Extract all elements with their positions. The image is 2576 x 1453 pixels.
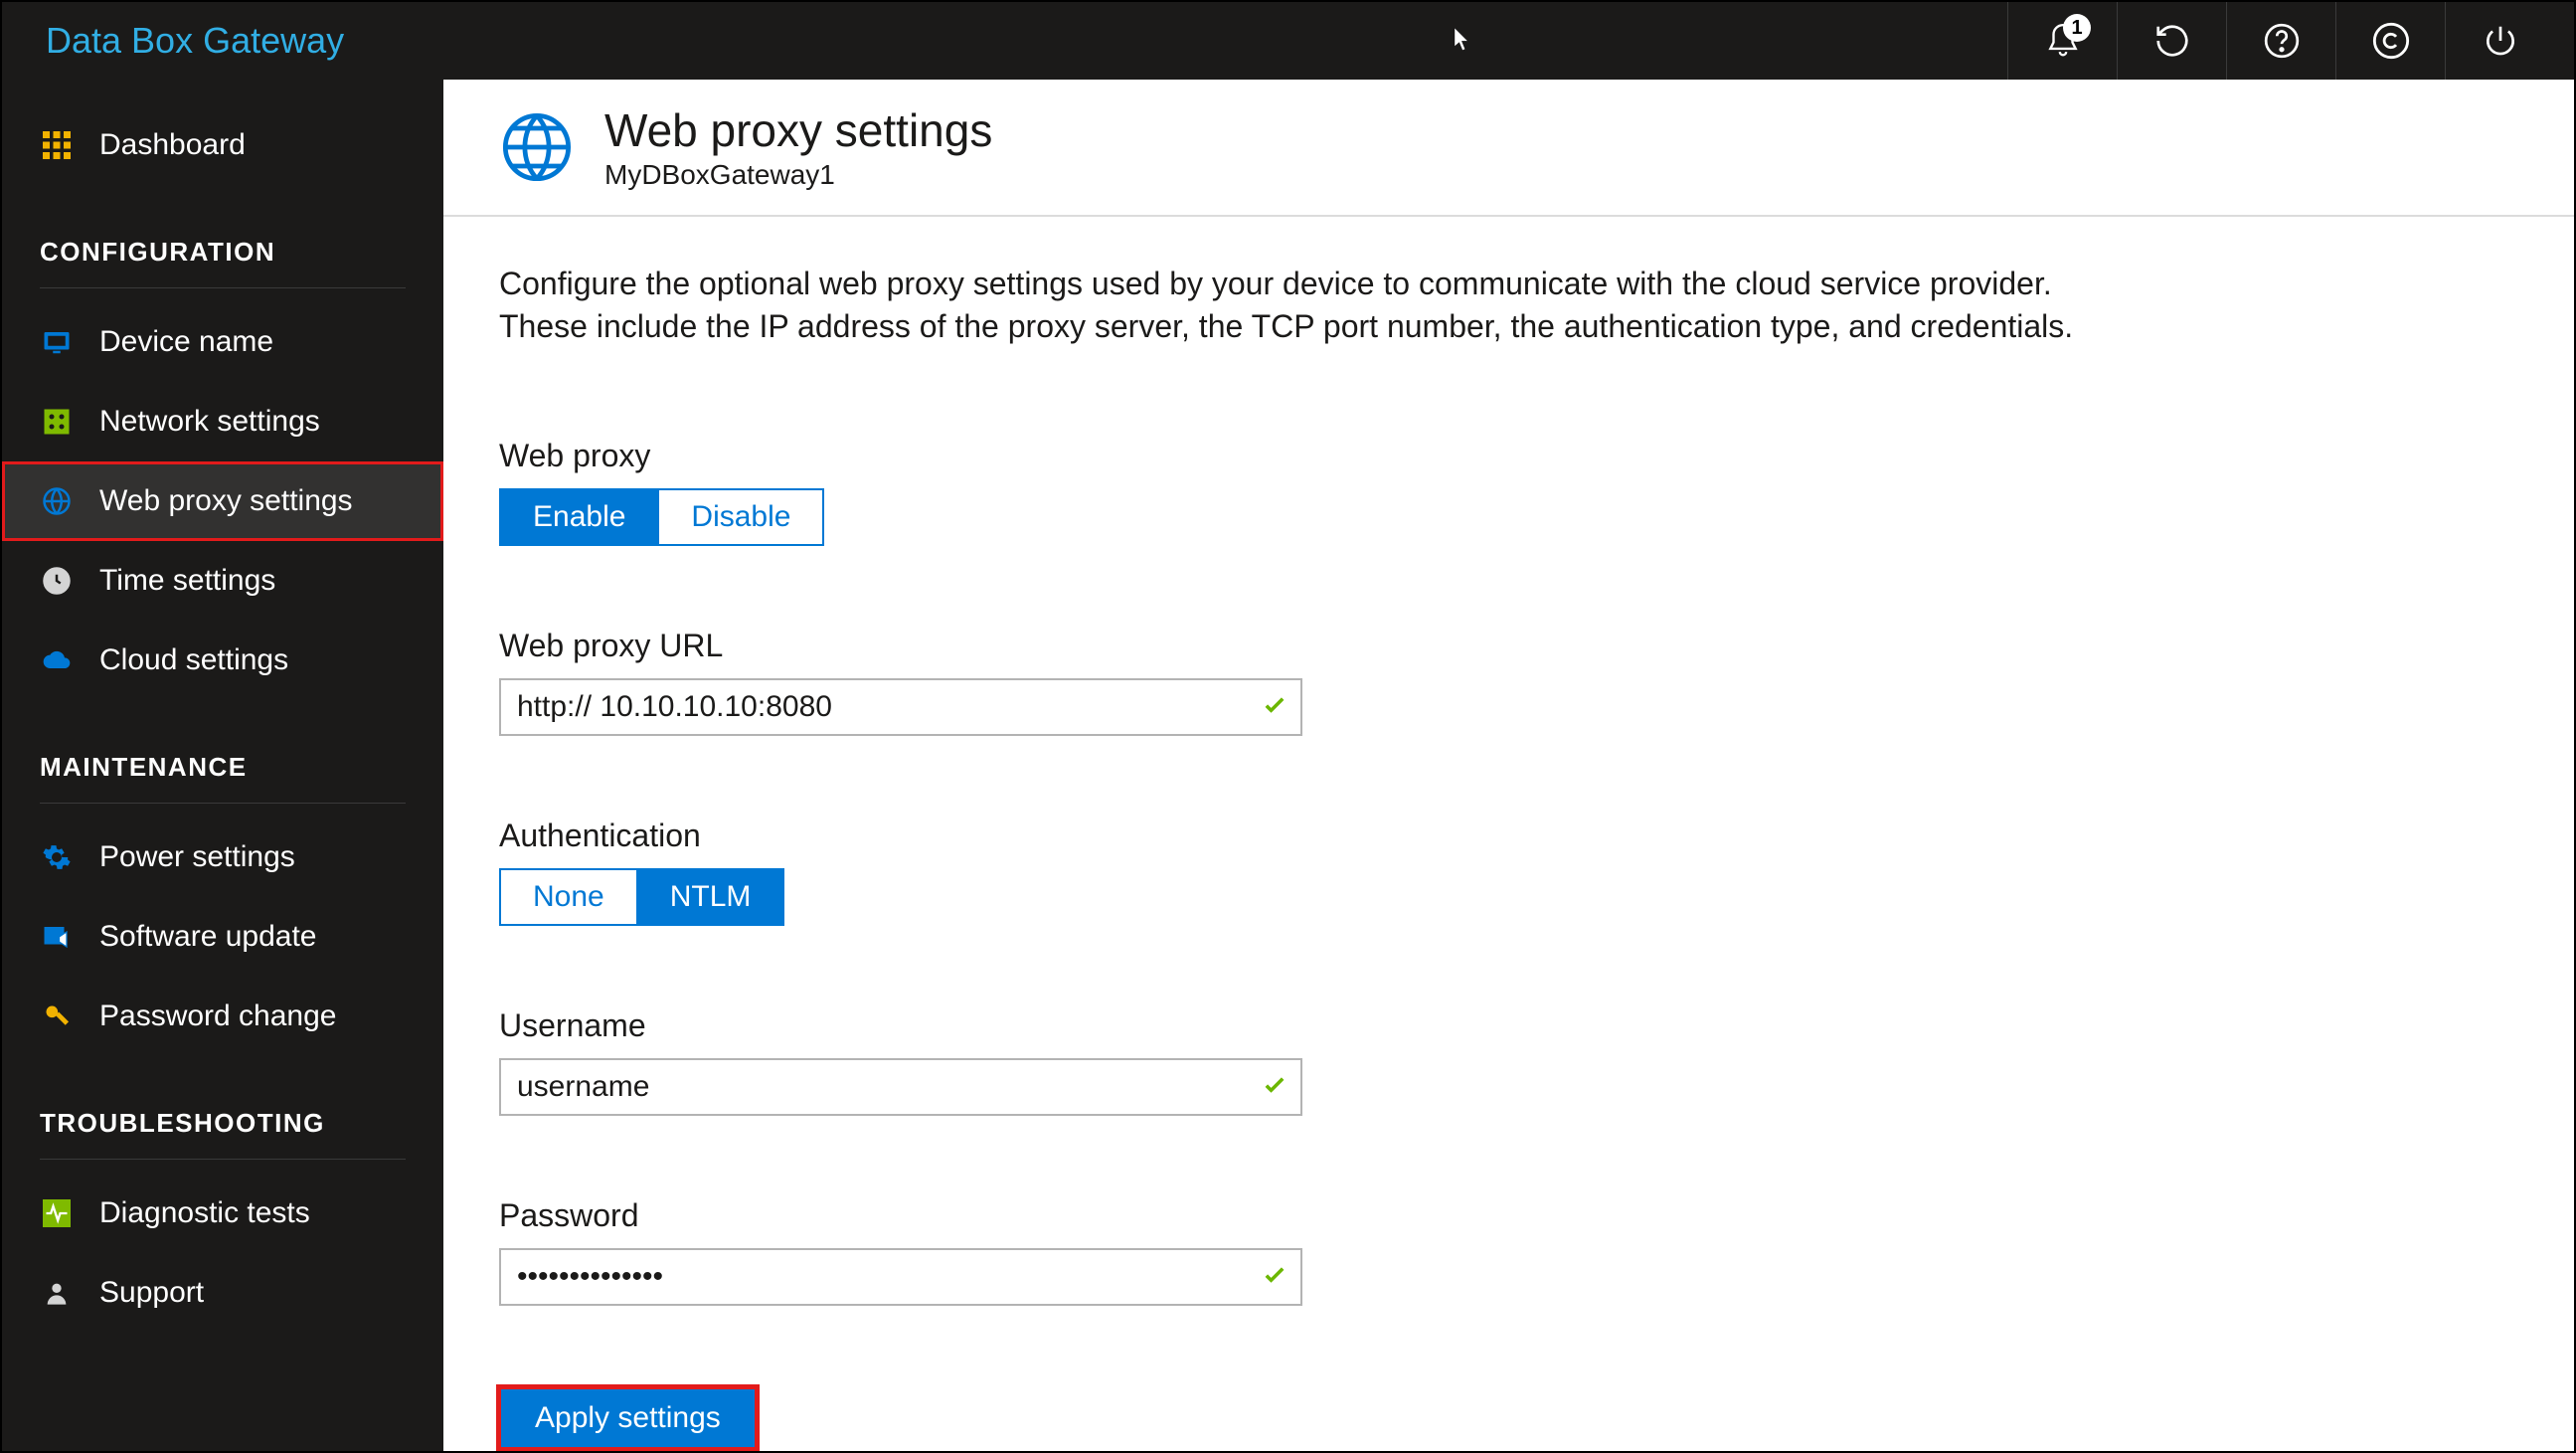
sidebar: Dashboard CONFIGURATION Device name Netw… — [2, 80, 443, 1451]
sidebar-divider — [40, 287, 406, 288]
checkmark-icon — [1261, 1261, 1288, 1294]
web-proxy-url-label: Web proxy URL — [499, 628, 2518, 664]
page-title: Web proxy settings — [604, 103, 992, 157]
form-group-username: Username — [499, 1007, 2518, 1116]
sidebar-item-dashboard[interactable]: Dashboard — [2, 105, 443, 185]
sidebar-item-diagnostic-tests[interactable]: Diagnostic tests — [2, 1174, 443, 1253]
notifications-button[interactable]: 1 — [2007, 2, 2117, 80]
sidebar-item-label: Diagnostic tests — [99, 1196, 310, 1230]
sidebar-item-time-settings[interactable]: Time settings — [2, 541, 443, 621]
password-input[interactable] — [499, 1248, 1302, 1306]
authentication-segmented: None NTLM — [499, 868, 2518, 926]
power-button[interactable] — [2445, 2, 2554, 80]
brand-title: Data Box Gateway — [46, 20, 344, 62]
sidebar-item-label: Network settings — [99, 405, 320, 439]
sidebar-item-power-settings[interactable]: Power settings — [2, 817, 443, 897]
dashboard-icon — [40, 128, 74, 162]
web-proxy-disable-option[interactable]: Disable — [659, 488, 824, 546]
sidebar-item-label: Password change — [99, 999, 336, 1033]
web-proxy-enable-option[interactable]: Enable — [499, 488, 659, 546]
sidebar-divider — [40, 803, 406, 804]
username-label: Username — [499, 1007, 2518, 1044]
sidebar-section-maintenance: MAINTENANCE — [2, 700, 443, 793]
copyright-icon — [2371, 21, 2411, 61]
globe-icon — [40, 484, 74, 518]
sidebar-item-web-proxy-settings[interactable]: Web proxy settings — [2, 461, 443, 541]
sidebar-item-label: Dashboard — [99, 128, 246, 162]
sidebar-item-network-settings[interactable]: Network settings — [2, 382, 443, 461]
authentication-none-option[interactable]: None — [499, 868, 638, 926]
sidebar-item-label: Web proxy settings — [99, 484, 353, 518]
globe-icon — [499, 109, 575, 185]
sidebar-item-label: Cloud settings — [99, 643, 288, 677]
sidebar-divider — [40, 1159, 406, 1160]
update-icon — [40, 920, 74, 954]
notifications-badge: 1 — [2063, 14, 2091, 42]
checkmark-icon — [1261, 1071, 1288, 1104]
power-icon — [2482, 22, 2519, 60]
key-icon — [40, 999, 74, 1033]
diagnostics-icon — [40, 1196, 74, 1230]
clock-icon — [40, 564, 74, 598]
web-proxy-segmented: Enable Disable — [499, 488, 2518, 546]
sidebar-section-configuration: CONFIGURATION — [2, 185, 443, 277]
sidebar-item-password-change[interactable]: Password change — [2, 977, 443, 1056]
sidebar-item-support[interactable]: Support — [2, 1253, 443, 1333]
sidebar-section-troubleshooting: TROUBLESHOOTING — [2, 1056, 443, 1149]
topbar: Data Box Gateway 1 — [2, 2, 2574, 80]
sidebar-item-label: Support — [99, 1276, 204, 1310]
refresh-icon — [2153, 22, 2191, 60]
web-proxy-label: Web proxy — [499, 438, 2518, 474]
password-label: Password — [499, 1197, 2518, 1234]
form-group-web-proxy: Web proxy Enable Disable — [499, 438, 2518, 546]
page-header: Web proxy settings MyDBoxGateway1 — [443, 80, 2574, 217]
apply-settings-button[interactable]: Apply settings — [499, 1387, 757, 1449]
support-icon — [40, 1276, 74, 1310]
authentication-label: Authentication — [499, 817, 2518, 854]
page-description: Configure the optional web proxy setting… — [499, 263, 2090, 348]
sidebar-item-device-name[interactable]: Device name — [2, 302, 443, 382]
form-group-url: Web proxy URL — [499, 628, 2518, 736]
sidebar-item-label: Software update — [99, 920, 316, 954]
sidebar-item-label: Device name — [99, 325, 273, 359]
form-group-password: Password — [499, 1197, 2518, 1306]
web-proxy-url-input[interactable] — [499, 678, 1302, 736]
copyright-button[interactable] — [2335, 2, 2445, 80]
sidebar-item-label: Time settings — [99, 564, 275, 598]
page-subtitle: MyDBoxGateway1 — [604, 159, 992, 191]
help-icon — [2263, 22, 2301, 60]
network-icon — [40, 405, 74, 439]
authentication-ntlm-option[interactable]: NTLM — [638, 868, 785, 926]
username-input[interactable] — [499, 1058, 1302, 1116]
refresh-button[interactable] — [2117, 2, 2226, 80]
cloud-icon — [40, 643, 74, 677]
sidebar-item-label: Power settings — [99, 840, 295, 874]
help-button[interactable] — [2226, 2, 2335, 80]
sidebar-item-cloud-settings[interactable]: Cloud settings — [2, 621, 443, 700]
main-content: Web proxy settings MyDBoxGateway1 Config… — [443, 80, 2574, 1451]
checkmark-icon — [1261, 691, 1288, 724]
sidebar-item-software-update[interactable]: Software update — [2, 897, 443, 977]
form-group-authentication: Authentication None NTLM — [499, 817, 2518, 926]
gear-icon — [40, 840, 74, 874]
monitor-icon — [40, 325, 74, 359]
